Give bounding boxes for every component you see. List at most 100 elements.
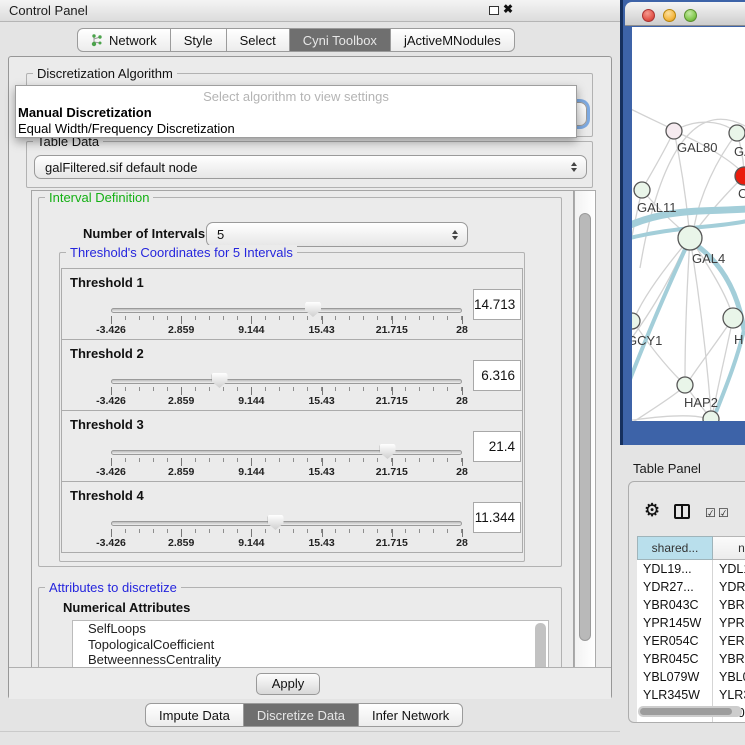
tab-label: Impute Data xyxy=(159,708,230,723)
tab-infer-network[interactable]: Infer Network xyxy=(358,703,463,727)
float-window-icon[interactable] xyxy=(489,6,499,15)
major-tick xyxy=(462,387,463,395)
close-icon[interactable]: ✖ xyxy=(503,2,513,16)
threshold-value-field[interactable]: 21.4 xyxy=(473,431,521,462)
network-canvas[interactable]: GAL80GACGAL11GAL4GCY1HHAP2 xyxy=(632,27,745,421)
network-node[interactable] xyxy=(703,411,719,421)
scale-label: 9.144 xyxy=(238,324,264,336)
cell-name: YDL1 xyxy=(713,560,745,578)
tab-select[interactable]: Select xyxy=(226,28,290,52)
horizontal-scrollbar[interactable] xyxy=(638,706,742,717)
gear-icon[interactable]: ⚙ xyxy=(644,500,660,521)
slider-track[interactable] xyxy=(111,308,462,313)
number-of-intervals-combobox[interactable]: 5 xyxy=(206,222,468,247)
network-node-h[interactable] xyxy=(723,308,743,328)
threshold-list: Threshold 1-3.4262.8599.14415.4321.71528… xyxy=(60,268,524,553)
checkbox-icon[interactable]: ☑ xyxy=(718,506,729,520)
dropdown-option-manual-discretization[interactable]: Manual Discretization xyxy=(16,104,576,120)
network-node-ga[interactable] xyxy=(729,125,745,141)
table-row[interactable]: YBR045CYBR0 xyxy=(637,650,745,668)
table-row[interactable]: YBR043CYBR0 xyxy=(637,596,745,614)
cell-shared-name: YBR043C xyxy=(637,596,713,614)
cell-name: YPR1 xyxy=(713,614,745,632)
scale-label: 9.144 xyxy=(238,537,264,549)
slider-thumb[interactable] xyxy=(212,373,228,388)
table-panel: ⚙ ☑ ☑ shared... n YDL19...YDL1YDR27...YD… xyxy=(628,481,745,723)
tab-network[interactable]: Network xyxy=(77,28,171,52)
tab-jactivemnodules[interactable]: jActiveMNodules xyxy=(390,28,515,52)
attributes-list-scrollbar[interactable] xyxy=(535,623,546,668)
close-traffic-light-icon[interactable] xyxy=(642,9,655,22)
horizontal-scrollbar-thumb[interactable] xyxy=(640,708,732,715)
attribute-item-betweennesscentrality[interactable]: BetweennessCentrality xyxy=(73,652,548,668)
dropdown-placeholder: Select algorithm to view settings xyxy=(16,86,576,104)
threshold-value-field[interactable]: 6.316 xyxy=(473,360,521,391)
number-of-intervals-value: 5 xyxy=(217,227,224,242)
major-tick xyxy=(392,316,393,324)
combo-arrows-icon xyxy=(452,230,458,240)
table-row[interactable]: YDR27...YDR2 xyxy=(637,578,745,596)
slider-track[interactable] xyxy=(111,450,462,455)
apply-bar: Apply xyxy=(9,667,611,699)
minimize-traffic-light-icon[interactable] xyxy=(663,9,676,22)
vertical-scrollbar[interactable] xyxy=(574,190,596,668)
attribute-item-topologicalcoefficient[interactable]: TopologicalCoefficient xyxy=(73,637,548,653)
scale-label: 9.144 xyxy=(238,466,264,478)
slider-thumb[interactable] xyxy=(380,444,396,459)
threshold-value-field[interactable]: 14.713 xyxy=(473,289,521,320)
table-panel-title: Table Panel xyxy=(633,461,701,476)
tab-label: Discretize Data xyxy=(257,708,345,723)
cell-name: YBR0 xyxy=(713,650,745,668)
slider-thumb[interactable] xyxy=(268,515,284,530)
vertical-scrollbar-thumb[interactable] xyxy=(579,213,591,641)
numerical-attributes-list[interactable]: SelfLoopsTopologicalCoefficientBetweenne… xyxy=(72,620,549,668)
scale-label: 15.43 xyxy=(308,537,334,549)
thresholds-group-title: Threshold's Coordinates for 5 Intervals xyxy=(66,245,297,260)
dropdown-option-equal-width-frequency[interactable]: Equal Width/Frequency Discretization xyxy=(16,120,576,136)
threshold-label: Threshold 1 xyxy=(70,275,144,290)
major-tick xyxy=(322,316,323,324)
network-graph: GAL80GACGAL11GAL4GCY1HHAP2 xyxy=(632,27,745,421)
checkbox-icon[interactable]: ☑ xyxy=(705,506,716,520)
network-node-hap2[interactable] xyxy=(677,377,693,393)
tab-impute-data[interactable]: Impute Data xyxy=(145,703,244,727)
major-tick xyxy=(322,529,323,537)
network-edge xyxy=(674,122,737,133)
algorithm-dropdown-popup: Select algorithm to view settings Manual… xyxy=(15,85,577,138)
column-header-name[interactable]: n xyxy=(713,536,745,560)
zoom-traffic-light-icon[interactable] xyxy=(684,9,697,22)
tab-cyni-toolbox[interactable]: Cyni Toolbox xyxy=(289,28,391,52)
table-row[interactable]: YLR345WYLR3 xyxy=(637,686,745,704)
threshold-value-field[interactable]: 11.344 xyxy=(473,502,521,533)
apply-button[interactable]: Apply xyxy=(256,673,320,695)
network-node-c[interactable] xyxy=(735,167,745,185)
cell-name: YBL0 xyxy=(713,668,745,686)
cell-shared-name: YDR27... xyxy=(637,578,713,596)
slider-thumb[interactable] xyxy=(305,302,321,317)
control-panel-titlebar: Control Panel ✖ xyxy=(0,0,620,22)
tab-style[interactable]: Style xyxy=(170,28,227,52)
table-data-combobox[interactable]: galFiltered.sif default node xyxy=(34,155,587,179)
attribute-item-selfloops[interactable]: SelfLoops xyxy=(73,621,548,637)
table-row[interactable]: YER054CYER0 xyxy=(637,632,745,650)
network-edge xyxy=(632,416,705,421)
network-node-gal4[interactable] xyxy=(678,226,702,250)
network-node-gcy1[interactable] xyxy=(632,313,640,329)
scale-label: 2.859 xyxy=(168,324,194,336)
table-row[interactable]: YDL19...YDL1 xyxy=(637,560,745,578)
combo-arrows-icon xyxy=(571,162,577,172)
slider-track[interactable] xyxy=(111,379,462,384)
slider-track[interactable] xyxy=(111,521,462,526)
cell-shared-name: YBL079W xyxy=(637,668,713,686)
column-header-shared[interactable]: shared... xyxy=(637,536,713,560)
split-table-icon[interactable] xyxy=(674,504,690,519)
tab-discretize-data[interactable]: Discretize Data xyxy=(243,703,359,727)
network-node-gal11[interactable] xyxy=(634,182,650,198)
table-row[interactable]: YPR145WYPR1 xyxy=(637,614,745,632)
table-row[interactable]: YBL079WYBL0 xyxy=(637,668,745,686)
network-window-titlebar[interactable] xyxy=(625,2,745,26)
network-node-gal80[interactable] xyxy=(666,123,682,139)
scale-label: 2.859 xyxy=(168,466,194,478)
scale-label: 2.859 xyxy=(168,395,194,407)
scale-label: 2.859 xyxy=(168,537,194,549)
